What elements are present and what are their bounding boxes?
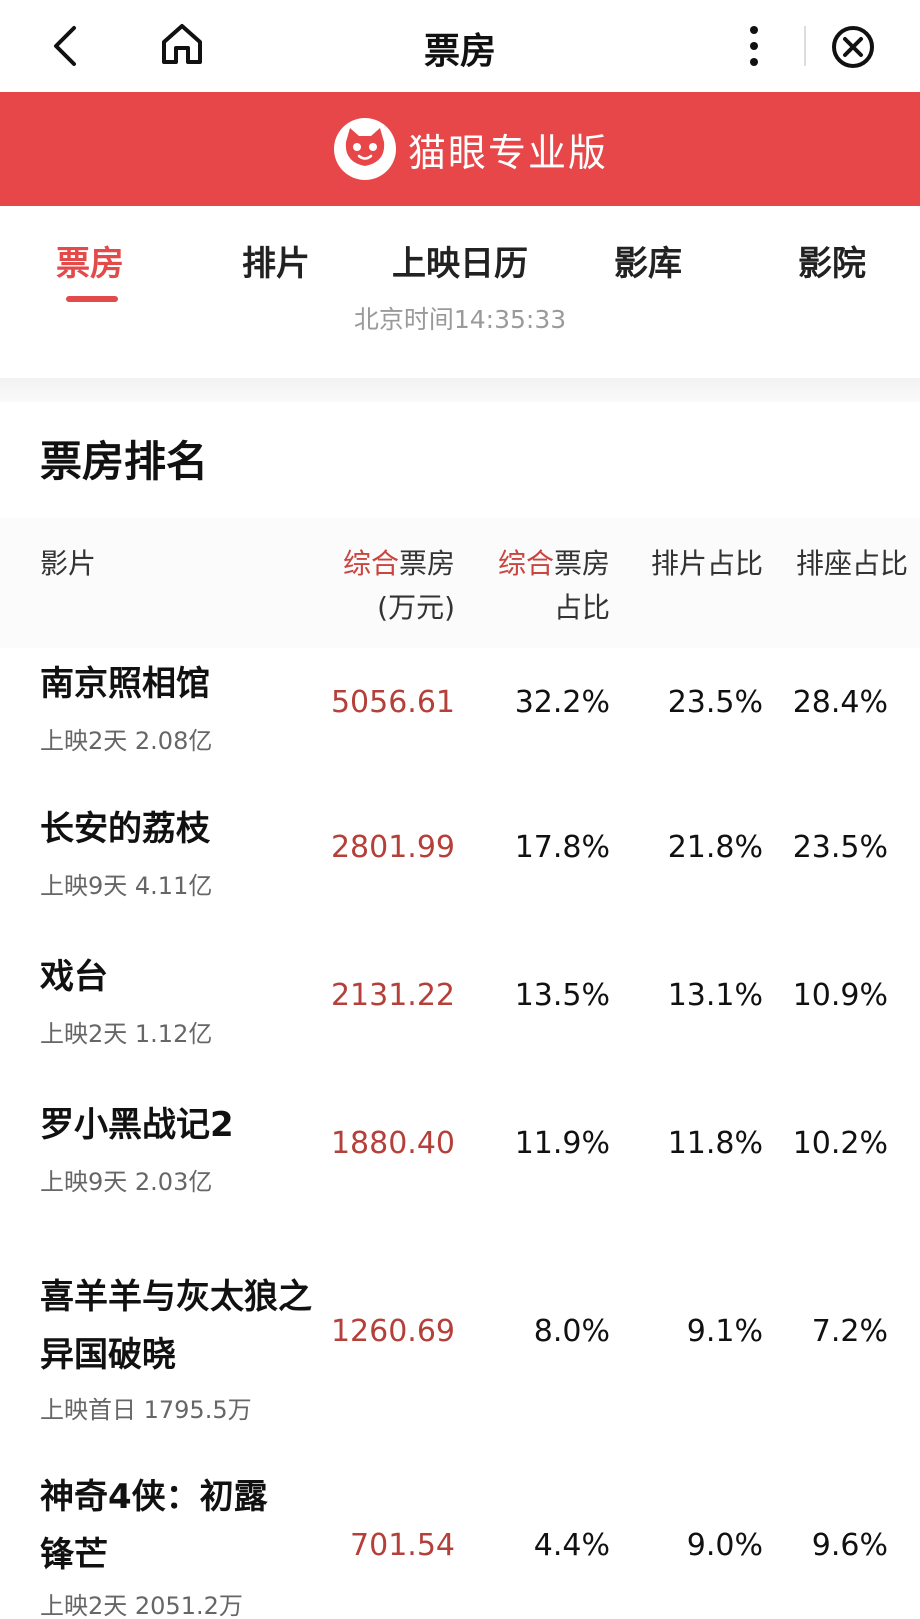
film-release-info: 上映9天 2.03亿 [40, 1168, 213, 1196]
film-release-info: 上映首日 1795.5万 [40, 1396, 252, 1424]
table-row[interactable]: 神奇4侠：初露锋芒 上映2天 2051.2万 701.54 4.4% 9.0% … [0, 1468, 920, 1619]
film-name: 罗小黑战记2 [40, 1105, 234, 1145]
table-row[interactable]: 罗小黑战记2 上映9天 2.03亿 1880.40 11.9% 11.8% 10… [0, 1096, 920, 1236]
tab-box-office[interactable]: 票房 [56, 236, 124, 285]
schedule-share-value: 21.8% [667, 830, 763, 865]
seat-share-value: 10.9% [792, 978, 888, 1013]
header-box-office-label: 票房 [398, 547, 455, 580]
header-box-office[interactable]: 综合票房 (万元) [343, 542, 455, 630]
table-row[interactable]: 长安的荔枝 上映9天 4.11亿 2801.99 17.8% 21.8% 23.… [0, 800, 920, 940]
film-name: 神奇4侠：初露锋芒 [40, 1477, 268, 1575]
brand-banner: 猫眼专业版 [0, 92, 920, 206]
box-office-value: 2131.22 [330, 978, 455, 1013]
film-release-info: 上映2天 2.08亿 [40, 727, 213, 755]
tab-release-calendar[interactable]: 上映日历 [392, 236, 528, 285]
header-box-office-unit: (万元) [377, 591, 455, 624]
schedule-share-value: 11.8% [667, 1126, 763, 1161]
schedule-share-value: 9.0% [686, 1528, 763, 1563]
top-bar: 票房 [0, 0, 920, 92]
box-office-value: 2801.99 [330, 830, 455, 865]
beijing-time: 北京时间14:35:33 [353, 305, 567, 334]
tab-film-library[interactable]: 影库 [614, 236, 682, 285]
film-name: 南京照相馆 [40, 664, 210, 704]
header-box-office-highlight: 综合 [342, 547, 399, 580]
schedule-share-value: 9.1% [686, 1314, 763, 1349]
header-box-share-label: 票房 [553, 547, 610, 580]
tab-schedule[interactable]: 排片 [242, 236, 310, 285]
box-office-value: 1260.69 [330, 1314, 455, 1349]
section-separator [0, 378, 920, 402]
film-name: 喜羊羊与灰太狼之异国破晓 [40, 1277, 312, 1375]
box-share-value: 13.5% [514, 978, 610, 1013]
box-share-value: 4.4% [533, 1528, 610, 1563]
table-header: 影片 综合票房 (万元) 综合票房 占比 排片占比 排座占比 [0, 518, 920, 648]
section-title: 票房排名 [40, 437, 209, 486]
topbar-divider [804, 26, 806, 66]
film-release-info: 上映2天 2051.2万 [40, 1592, 243, 1619]
box-share-value: 17.8% [514, 830, 610, 865]
box-office-value: 1880.40 [330, 1126, 455, 1161]
film-name: 戏台 [40, 957, 108, 997]
seat-share-value: 9.6% [811, 1528, 888, 1563]
table-row[interactable]: 喜羊羊与灰太狼之异国破晓 上映首日 1795.5万 1260.69 8.0% 9… [0, 1268, 920, 1438]
seat-share-value: 28.4% [792, 685, 888, 720]
header-box-share-line2: 占比 [553, 591, 610, 624]
box-office-value: 5056.61 [330, 685, 455, 720]
seat-share-value: 7.2% [811, 1314, 888, 1349]
brand-name: 猫眼专业版 [408, 131, 609, 175]
tab-cinemas[interactable]: 影院 [798, 236, 866, 285]
box-office-value: 701.54 [350, 1528, 455, 1563]
header-box-share[interactable]: 综合票房 占比 [498, 542, 610, 630]
box-share-value: 32.2% [514, 685, 610, 720]
film-release-info: 上映2天 1.12亿 [40, 1020, 213, 1048]
more-icon[interactable] [742, 22, 766, 70]
close-icon[interactable] [830, 24, 876, 70]
table-row[interactable]: 戏台 上映2天 1.12亿 2131.22 13.5% 13.1% 10.9% [0, 948, 920, 1088]
film-name: 长安的荔枝 [40, 809, 210, 849]
box-share-value: 11.9% [514, 1126, 610, 1161]
seat-share-value: 23.5% [792, 830, 888, 865]
schedule-share-value: 13.1% [667, 978, 763, 1013]
header-film: 影片 [40, 547, 97, 580]
maoyan-cat-logo-icon [334, 118, 396, 180]
box-share-value: 8.0% [533, 1314, 610, 1349]
page-title: 票房 [423, 31, 496, 72]
table-row[interactable]: 南京照相馆 上映2天 2.08亿 5056.61 32.2% 23.5% 28.… [0, 655, 920, 795]
seat-share-value: 10.2% [792, 1126, 888, 1161]
header-box-share-highlight: 综合 [497, 547, 554, 580]
schedule-share-value: 23.5% [667, 685, 763, 720]
header-seat-share[interactable]: 排座占比 [796, 542, 908, 586]
film-release-info: 上映9天 4.11亿 [40, 872, 213, 900]
header-schedule-share[interactable]: 排片占比 [651, 542, 763, 586]
